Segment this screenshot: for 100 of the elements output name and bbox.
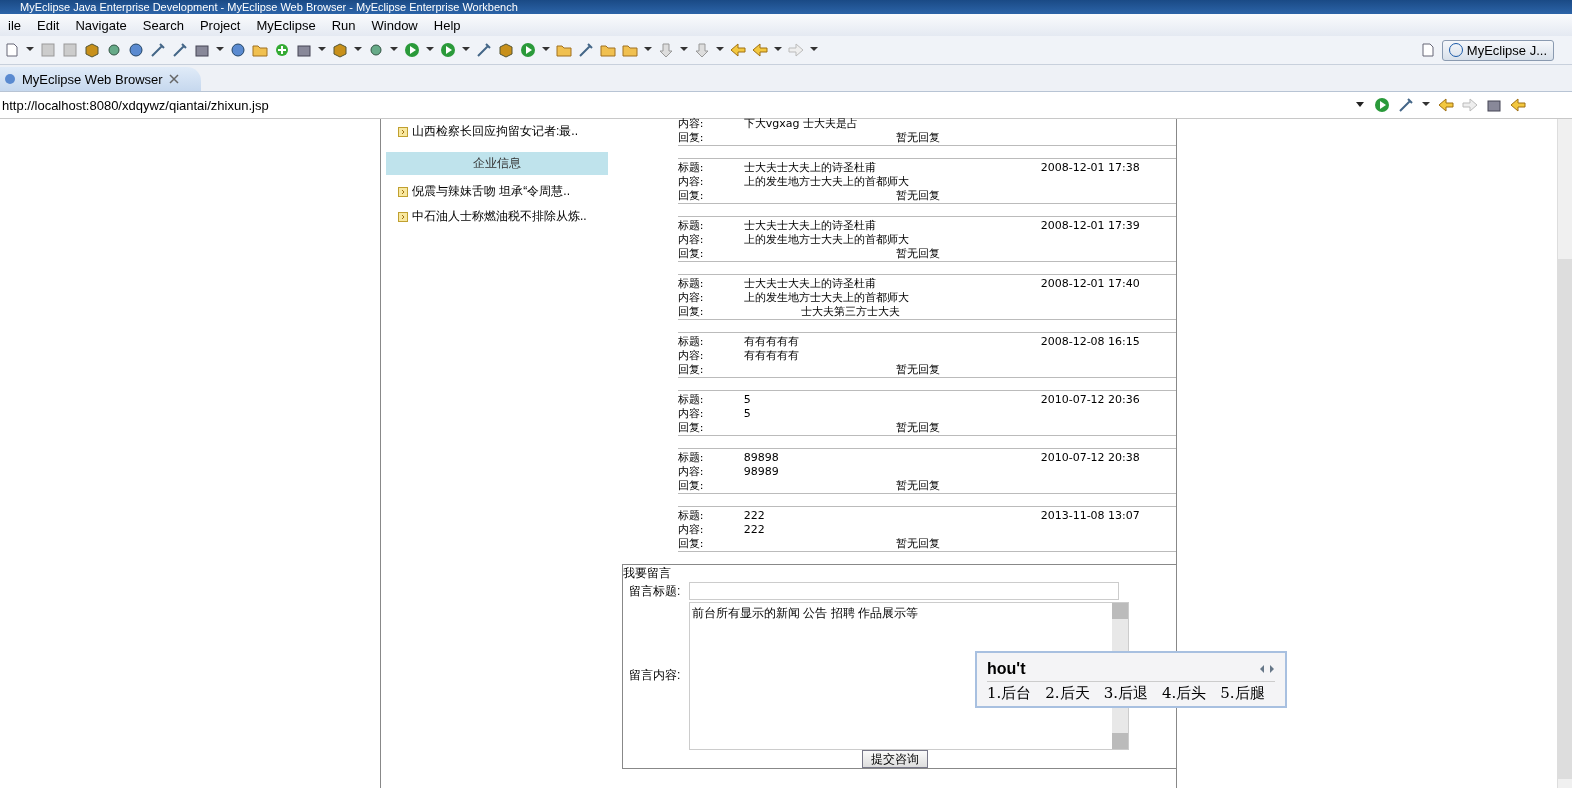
menu-item[interactable]: Navigate [67,17,135,33]
field-value: 有有有有有 [743,349,800,363]
field-value: 下大vgxag 士大夫是占 [743,117,859,131]
reply-text: 暂无回复 [894,421,940,435]
back-icon[interactable] [730,42,746,58]
field-label: 回复: [677,479,705,493]
ime-candidate[interactable]: 5.后腿 [1220,684,1265,703]
window-title: MyEclipse Java Enterprise Development - MyEclipse Web Browser - MyEclipse Enterprise Workbench [0,0,1572,14]
new-file-icon[interactable] [4,42,20,58]
folder-icon[interactable] [252,42,268,58]
field-label: 回复: [677,537,705,551]
timestamp: 2013-11-08 13:07 [1040,509,1140,523]
field-label: 回复: [677,363,705,377]
page-arrows-icon[interactable] [1259,664,1275,674]
reply-text: 暂无回复 [894,363,940,377]
news-link[interactable]: 倪震与辣妹舌吻 坦承“令周慧.. [412,183,570,200]
reply-text: 暂无回复 [894,247,940,261]
back-icon[interactable] [1438,97,1454,113]
dropdown-caret-icon[interactable] [1356,102,1364,108]
field-value: 士大夫士大夫上的诗圣杜甫 [743,161,877,175]
down-arrow-icon[interactable] [658,42,674,58]
ime-candidate[interactable]: 4.后头 [1161,684,1207,703]
wand-icon[interactable] [476,42,492,58]
section-header: 企业信息 [386,152,608,175]
reply-text: 暂无回复 [894,131,940,145]
bullet-icon [398,186,408,197]
bullet-icon [398,126,408,137]
menu-item[interactable]: Help [425,17,469,33]
reply-text: 暂无回复 [894,537,940,551]
field-label: 内容: [677,523,705,537]
menu-item[interactable]: Run [323,17,364,33]
form-legend: 我要留言 [623,565,1176,582]
field-label: 标题: [677,509,705,523]
field-value: 98989 [743,465,780,479]
cube-icon[interactable] [498,42,514,58]
field-label: 标题: [677,161,705,175]
field-label: 回复: [677,131,705,145]
news-link[interactable]: 山西检察长回应拘留女记者:最.. [412,123,578,140]
run-icon[interactable] [404,42,420,58]
field-value: 5 [743,407,752,421]
add-icon[interactable] [274,42,290,58]
menu-item[interactable]: Edit [29,17,68,33]
field-label: 留言内容: [629,666,682,684]
field-value: 士大夫士大夫上的诗圣杜甫 [743,219,877,233]
wand-icon[interactable] [578,42,594,58]
folder-icon[interactable] [600,42,616,58]
reply-text: 暂无回复 [894,479,940,493]
address-field[interactable]: http://localhost:8080/xdqywz/qiantai/zhixun.jsp [0,94,1366,116]
field-label: 回复: [677,421,705,435]
go-icon[interactable] [1374,97,1390,113]
field-value: 有有有有有 [743,335,800,349]
menu-item[interactable]: Project [191,17,249,33]
cube-icon[interactable] [84,42,100,58]
scrollbar[interactable] [1557,119,1572,788]
menu-item[interactable]: ile [0,17,29,33]
field-label: 内容: [677,175,705,189]
reply-text: 士大夫第三方士大夫 [799,305,900,319]
reply-text: 暂无回复 [894,189,940,203]
menu-item[interactable]: Search [134,17,192,33]
ime-composition-text: hou't [987,660,1026,678]
menu-item[interactable]: MyEclipse [248,17,324,33]
field-label: 回复: [677,247,705,261]
open-perspective-icon[interactable] [1419,42,1436,58]
title-input[interactable] [689,582,1119,600]
ime-candidate[interactable]: 1.后台 [987,684,1032,703]
field-label: 标题: [677,219,705,233]
menu-item[interactable]: Window [363,17,426,33]
folder-icon[interactable] [622,42,638,58]
field-label: 标题: [677,335,705,349]
news-link[interactable]: 中石油人士称燃油税不排除从炼.. [412,208,587,225]
globe-icon[interactable] [230,42,246,58]
field-label: 内容: [677,233,705,247]
timestamp: 2008-12-08 16:15 [1040,335,1140,349]
close-icon[interactable] [168,74,179,84]
field-value: 上的发生地方士大夫上的首都师大 [743,233,910,247]
perspective-button[interactable]: MyEclipse J... [1441,39,1554,61]
timestamp: 2008-12-01 17:38 [1040,161,1140,175]
timestamp: 2008-12-01 17:40 [1040,277,1140,291]
wand-icon[interactable] [150,42,166,58]
field-value: 士大夫士大夫上的诗圣杜甫 [743,277,877,291]
field-label: 内容: [677,117,705,131]
field-label: 回复: [677,189,705,203]
folder-icon[interactable] [556,42,572,58]
field-label: 回复: [677,305,705,319]
field-value: 5 [743,393,752,407]
field-value: 222 [743,523,766,537]
field-label: 内容: [677,407,705,421]
editor-tab[interactable]: MyEclipse Web Browser [0,67,201,91]
bullet-icon [398,211,408,222]
back-icon[interactable] [752,42,768,58]
timestamp: 2010-07-12 20:36 [1040,393,1140,407]
submit-button[interactable]: 提交咨询 [862,750,928,768]
ime-candidate[interactable]: 2.后天 [1045,684,1090,703]
globe-icon [4,73,16,85]
field-value: 上的发生地方士大夫上的首都师大 [743,175,910,189]
run-icon[interactable] [440,42,456,58]
field-label: 标题: [677,451,705,465]
stop-icon[interactable] [1486,97,1502,113]
wand-icon[interactable] [172,42,188,58]
field-value: 89898 [743,451,780,465]
